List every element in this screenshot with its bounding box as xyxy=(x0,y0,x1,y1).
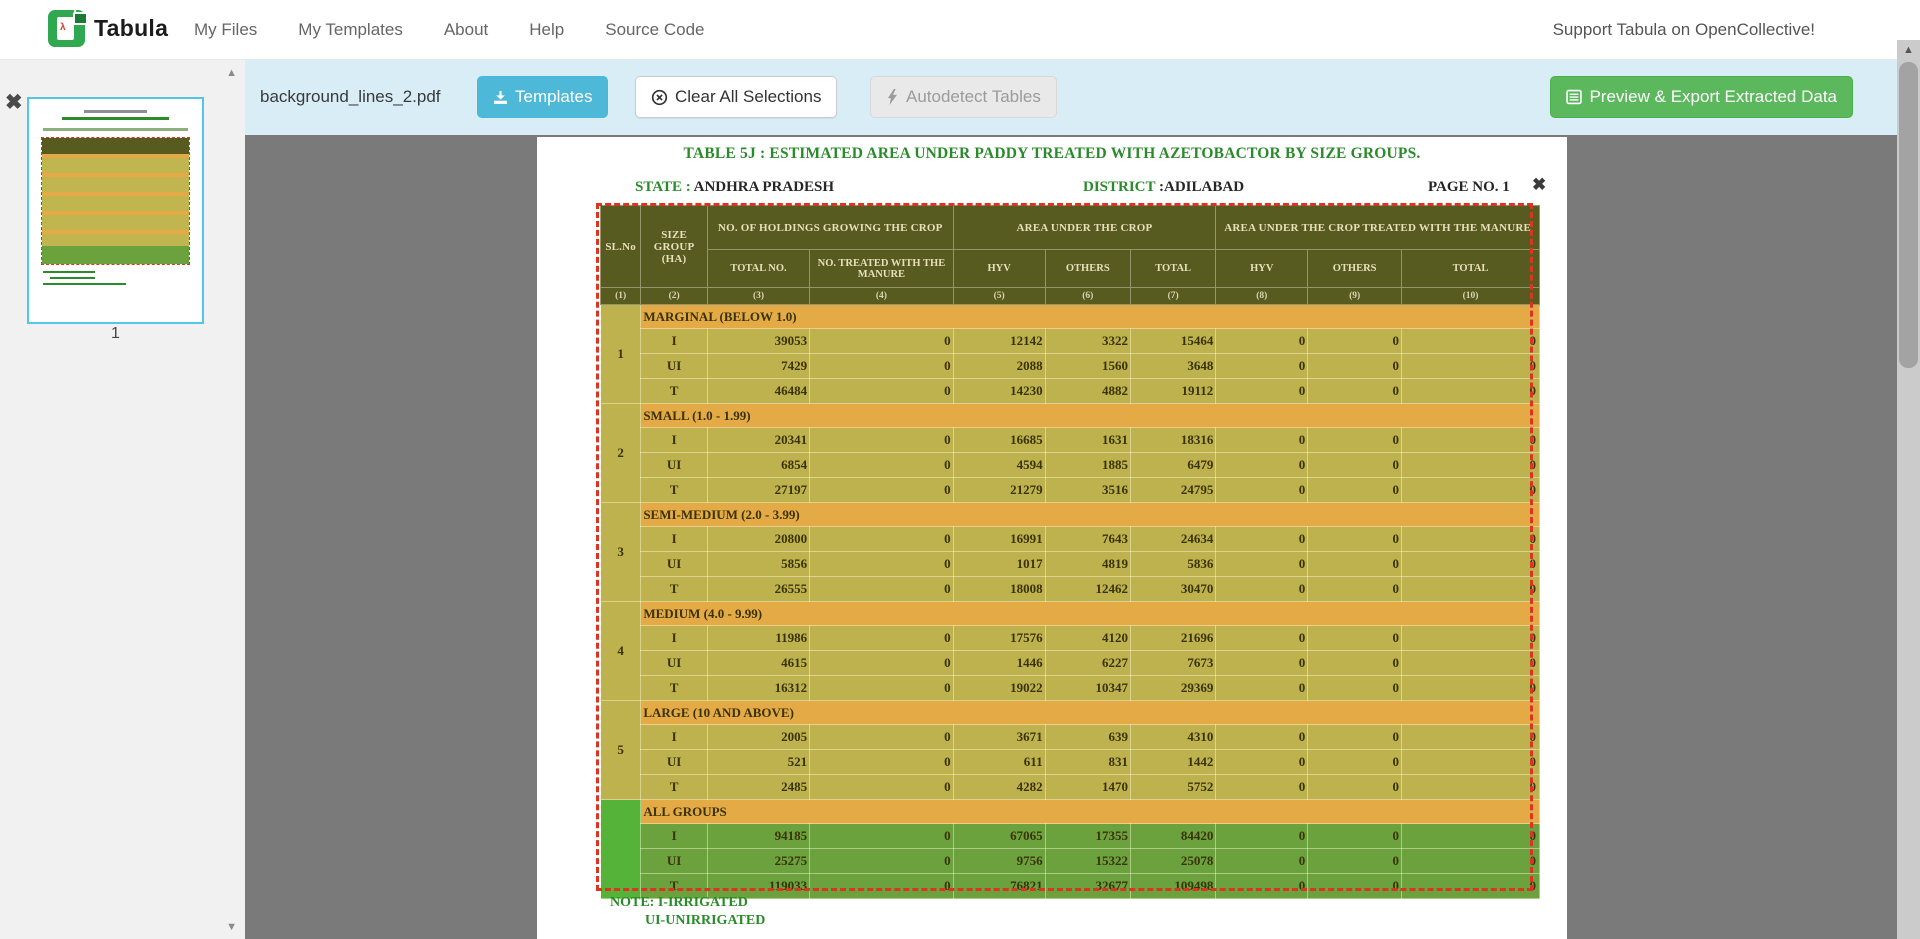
circle-x-icon xyxy=(651,89,668,106)
templates-icon xyxy=(493,90,508,105)
nav-item-my-files[interactable]: My Files xyxy=(194,20,257,40)
thumbnail-close-icon[interactable]: ✖ xyxy=(5,93,23,113)
nav-item-about[interactable]: About xyxy=(444,20,488,40)
clear-all-selections-button[interactable]: Clear All Selections xyxy=(635,76,837,118)
brand-name: Tabula xyxy=(94,15,168,42)
table-selection-box[interactable] xyxy=(596,203,1533,891)
pdf-table-title: TABLE 5J : ESTIMATED AREA UNDER PADDY TR… xyxy=(537,145,1567,163)
table-list-icon xyxy=(1566,89,1582,105)
page-thumbnail[interactable] xyxy=(27,97,204,324)
pdf-district: DISTRICT :ADILABAD xyxy=(1083,179,1244,196)
pdf-page: TABLE 5J : ESTIMATED AREA UNDER PADDY TR… xyxy=(537,137,1567,939)
sidebar-page-list: ✖ 1 ▲ ▼ xyxy=(0,59,245,939)
pdf-meta-row: STATE : ANDHRA PRADESH DISTRICT :ADILABA… xyxy=(537,179,1567,199)
navbar: λ Tabula My Files My Templates About Hel… xyxy=(0,0,1897,60)
thumb-subtitle-line xyxy=(62,117,169,120)
pdf-page-no: PAGE NO. 1 xyxy=(1428,179,1510,196)
thumb-meta-line xyxy=(43,128,188,131)
nav-item-source-code[interactable]: Source Code xyxy=(605,20,704,40)
scrollbar-up-icon[interactable]: ▲ xyxy=(1897,44,1920,56)
thumb-note-line xyxy=(43,283,126,285)
pdf-state: STATE : ANDHRA PRADESH xyxy=(635,179,834,196)
sidebar-scroll-up-icon[interactable]: ▲ xyxy=(226,67,237,79)
vertical-scrollbar: ▲ xyxy=(1897,40,1920,939)
tabula-logo-icon: λ xyxy=(48,10,85,47)
templates-button[interactable]: Templates xyxy=(477,76,608,118)
thumb-title-line xyxy=(84,110,146,113)
lightning-bolt-icon xyxy=(886,89,899,105)
nav-item-help[interactable]: Help xyxy=(529,20,564,40)
pdf-note-line1: NOTE: I-IRRIGATED xyxy=(610,895,748,911)
pdf-note-line2: UI-UNIRRIGATED xyxy=(645,913,765,929)
scrollbar-thumb[interactable] xyxy=(1899,62,1918,368)
thumb-table-selection xyxy=(41,137,190,265)
page-number-label: 1 xyxy=(27,325,204,343)
thumb-note-line xyxy=(43,271,95,273)
selection-close-icon[interactable]: ✖ xyxy=(1532,175,1546,195)
support-link[interactable]: Support Tabula on OpenCollective! xyxy=(1553,0,1815,59)
nav-item-my-templates[interactable]: My Templates xyxy=(298,20,403,40)
thumb-note-line xyxy=(50,277,95,279)
brand[interactable]: λ Tabula xyxy=(48,10,168,47)
nav-menu: My Files My Templates About Help Source … xyxy=(194,0,704,59)
toolbar: background_lines_2.pdf Templates Clear A… xyxy=(245,59,1897,135)
sidebar-scroll-down-icon[interactable]: ▼ xyxy=(226,921,237,933)
document-filename: background_lines_2.pdf xyxy=(260,59,441,135)
autodetect-tables-button: Autodetect Tables xyxy=(870,76,1057,118)
pdf-viewer-area: TABLE 5J : ESTIMATED AREA UNDER PADDY TR… xyxy=(245,135,1897,939)
preview-export-button[interactable]: Preview & Export Extracted Data xyxy=(1550,76,1853,118)
